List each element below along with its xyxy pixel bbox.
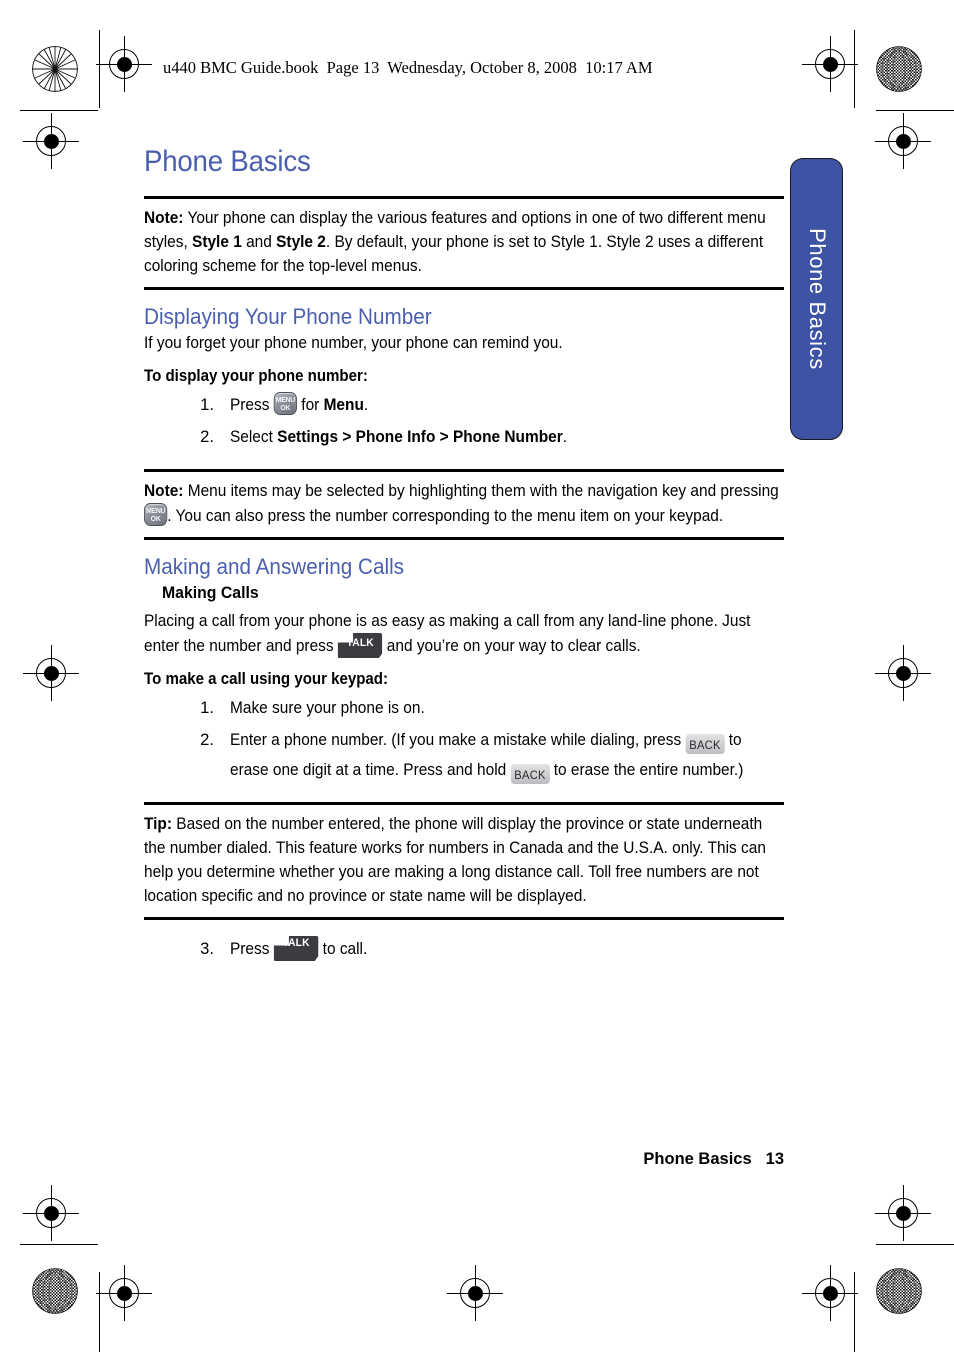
talk-key-icon[interactable]: TALK — [273, 936, 319, 961]
step-text: Make sure your phone is on. — [230, 698, 425, 717]
registration-mark-top-left — [96, 36, 152, 92]
trim-line-bottom-right — [876, 1244, 954, 1245]
step-2-text-c: to erase the entire number.) — [549, 760, 744, 779]
step-text: Enter a phone number. (If you make a mis… — [230, 725, 784, 785]
step-2-bold: Settings > Phone Info > Phone Number — [277, 427, 563, 446]
step-number: 2. — [200, 730, 214, 749]
note-1-bold-a: Style 1 — [192, 232, 242, 251]
list-item: 2. Select Settings > Phone Info > Phone … — [192, 422, 784, 452]
back-key-icon[interactable]: BACK — [685, 734, 725, 754]
step-3-post: to call. — [318, 939, 368, 958]
list-item: 3. Press TALK to call. — [192, 934, 784, 964]
menu-ok-key-line2: OK — [280, 403, 291, 412]
note-2-text-a: Menu items may be selected by highlighti… — [183, 481, 779, 500]
book-header-text: u440 BMC Guide.book Page 13 Wednesday, O… — [163, 58, 653, 77]
rosette-mark-bottom-right — [876, 1268, 922, 1314]
note-1-bold-b: Style 2 — [276, 232, 326, 251]
registration-mark-bottom-right — [802, 1265, 858, 1321]
list-item: 1. Press MENU OK for Menu. — [192, 390, 784, 420]
section-display-intro: If you forget your phone number, your ph… — [144, 333, 563, 352]
making-calls-text-b: and you’re on your way to clear calls. — [382, 636, 641, 655]
back-key-label: BACK — [514, 768, 546, 782]
tip-body: Based on the number entered, the phone w… — [144, 814, 766, 905]
talk-key-label: TALK — [346, 637, 374, 649]
lead-in-make-call-keypad: To make a call using your keypad: — [144, 670, 389, 688]
registration-mark-left-middle — [23, 645, 79, 701]
note-callout-2: Note: Menu items may be selected by high… — [144, 469, 784, 540]
page-footer: Phone Basics 13 — [144, 1150, 784, 1169]
step-1-pre: Press — [230, 395, 274, 414]
menu-ok-key-icon[interactable]: MENU OK — [144, 503, 168, 526]
registration-mark-bottom-center — [447, 1265, 503, 1321]
step-2-post: . — [562, 427, 568, 446]
steps-display-phone-number: 1. Press MENU OK for Menu. 2. Select Sett… — [144, 390, 784, 452]
step-2-text-a: Enter a phone number. (If you make a mis… — [230, 730, 686, 749]
trim-line-right-bottom — [854, 1272, 855, 1352]
trim-line-bottom-left — [20, 1244, 98, 1245]
tip-callout: Tip: Based on the number entered, the ph… — [144, 802, 784, 920]
back-key-icon[interactable]: BACK — [510, 764, 550, 784]
step-number: 3. — [200, 939, 214, 958]
note-2-text-b: . You can also press the number correspo… — [167, 506, 724, 525]
steps-make-call-keypad-continued: 3. Press TALK to call. — [144, 934, 784, 964]
tip-label: Tip: — [144, 814, 173, 833]
making-calls-paragraph: Placing a call from your phone is as eas… — [144, 609, 784, 658]
menu-ok-key-icon[interactable]: MENU OK — [273, 392, 297, 415]
note-2-label: Note: — [144, 481, 184, 500]
step-text: Press TALK to call. — [230, 934, 784, 964]
note-2-text: Note: Menu items may be selected by high… — [144, 479, 784, 528]
trim-line-right — [854, 30, 855, 108]
step-2-pre: Select — [230, 427, 278, 446]
back-key-label: BACK — [689, 738, 721, 752]
section-heading-making-answering-calls: Making and Answering Calls — [144, 554, 405, 579]
chapter-thumb-tab-label: Phone Basics — [804, 228, 830, 370]
list-item: 1. Make sure your phone is on. — [192, 693, 784, 723]
step-number: 1. — [200, 698, 214, 717]
registration-mark-right-middle — [875, 645, 931, 701]
note-callout-1: Note: Your phone can display the various… — [144, 196, 784, 290]
registration-mark-bottom-left — [96, 1265, 152, 1321]
trim-line-left — [99, 30, 100, 108]
list-item: 2. Enter a phone number. (If you make a … — [192, 725, 784, 785]
lead-in-display-phone-number: To display your phone number: — [144, 367, 368, 385]
talk-key-label: TALK — [282, 937, 310, 949]
tip-text: Tip: Based on the number entered, the ph… — [144, 812, 784, 908]
step-1-bold: Menu — [323, 395, 364, 414]
registration-mark-right-upper — [875, 113, 931, 169]
registration-mark-left-lower — [23, 1185, 79, 1241]
step-3-pre: Press — [230, 939, 274, 958]
steps-make-call-keypad: 1. Make sure your phone is on. 2. Enter … — [144, 693, 784, 785]
step-text: Select Settings > Phone Info > Phone Num… — [230, 422, 784, 452]
step-number: 1. — [200, 395, 214, 414]
registration-mark-right-lower — [875, 1185, 931, 1241]
subsection-heading-making-calls: Making Calls — [162, 583, 259, 602]
menu-ok-key-line2: OK — [150, 514, 161, 523]
note-1-label: Note: — [144, 208, 184, 227]
talk-key-icon[interactable]: TALK — [337, 633, 383, 658]
rosette-mark-top-right — [876, 46, 922, 92]
rosette-mark-bottom-left — [32, 1268, 78, 1314]
registration-mark-top-right — [802, 36, 858, 92]
page-content: Phone Basics Note: Your phone can displa… — [144, 145, 784, 968]
rosette-mark-top-left — [32, 46, 78, 92]
registration-mark-left-upper — [23, 113, 79, 169]
step-text: Press MENU OK for Menu. — [230, 390, 784, 420]
step-1-post: . — [363, 395, 369, 414]
trim-line-left-bottom — [99, 1272, 100, 1352]
section-heading-displaying-phone-number: Displaying Your Phone Number — [144, 304, 432, 329]
step-number: 2. — [200, 427, 214, 446]
trim-line-top-left — [20, 110, 98, 111]
trim-line-top-right — [876, 110, 954, 111]
note-1-text: Note: Your phone can display the various… — [144, 206, 784, 278]
step-1-mid: for — [296, 395, 324, 414]
footer-page-number: 13 — [765, 1150, 784, 1168]
page-title: Phone Basics — [144, 145, 311, 178]
note-1-text-b: and — [241, 232, 277, 251]
footer-chapter-name: Phone Basics — [643, 1150, 752, 1168]
